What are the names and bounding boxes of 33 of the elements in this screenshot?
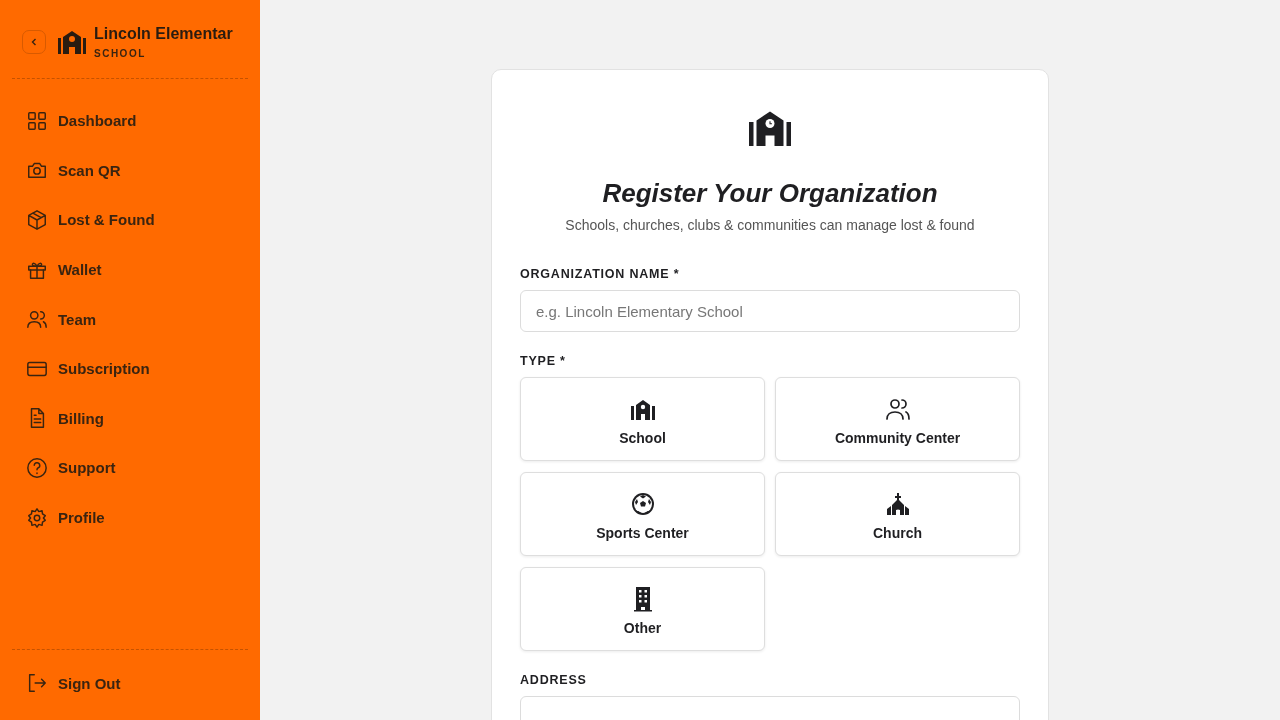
nav-item[interactable]: Support bbox=[0, 443, 260, 493]
box-icon bbox=[26, 209, 48, 231]
nav-item[interactable]: Profile bbox=[0, 492, 260, 543]
logout-icon bbox=[26, 672, 48, 695]
sign-out-link[interactable]: Sign Out bbox=[12, 658, 248, 708]
people-icon bbox=[26, 308, 48, 331]
form-subtitle: Schools, churches, clubs & communities can manage lost & found bbox=[564, 217, 976, 233]
school-icon bbox=[58, 30, 86, 54]
type-option[interactable]: School bbox=[520, 377, 765, 461]
settings-icon bbox=[26, 506, 48, 529]
organization-name: Lincoln Elementar bbox=[94, 25, 233, 43]
nav-item[interactable]: Wallet bbox=[0, 244, 260, 295]
form-title: Register Your Organization bbox=[601, 178, 939, 209]
type-option[interactable]: Community Center bbox=[775, 377, 1020, 461]
type-option[interactable]: Other bbox=[520, 567, 765, 651]
type-option[interactable]: Church bbox=[775, 472, 1020, 556]
chevron-left-icon bbox=[29, 37, 39, 47]
field-label: ADDRESS bbox=[520, 673, 588, 687]
help-icon bbox=[26, 456, 48, 479]
nav-item[interactable]: Lost & Found bbox=[0, 195, 260, 245]
nav-item[interactable]: Team bbox=[0, 294, 260, 344]
grid-icon bbox=[26, 109, 48, 132]
nav-item[interactable]: Subscription bbox=[0, 343, 260, 394]
nav-item[interactable]: Scan QR bbox=[0, 145, 260, 196]
field-label: ORGANIZATION NAME * bbox=[520, 267, 681, 281]
organization-name-input[interactable]: e.g. Lincoln Elementary School bbox=[520, 290, 1020, 332]
nav-item[interactable]: Billing bbox=[0, 393, 260, 444]
field-label: TYPE * bbox=[520, 354, 567, 368]
type-option[interactable]: Sports Center bbox=[520, 472, 765, 556]
nav-item[interactable]: Dashboard bbox=[0, 96, 260, 146]
school-icon bbox=[748, 110, 792, 146]
organization-type: SCHOOL bbox=[94, 48, 147, 59]
collapse-button[interactable] bbox=[22, 30, 46, 54]
